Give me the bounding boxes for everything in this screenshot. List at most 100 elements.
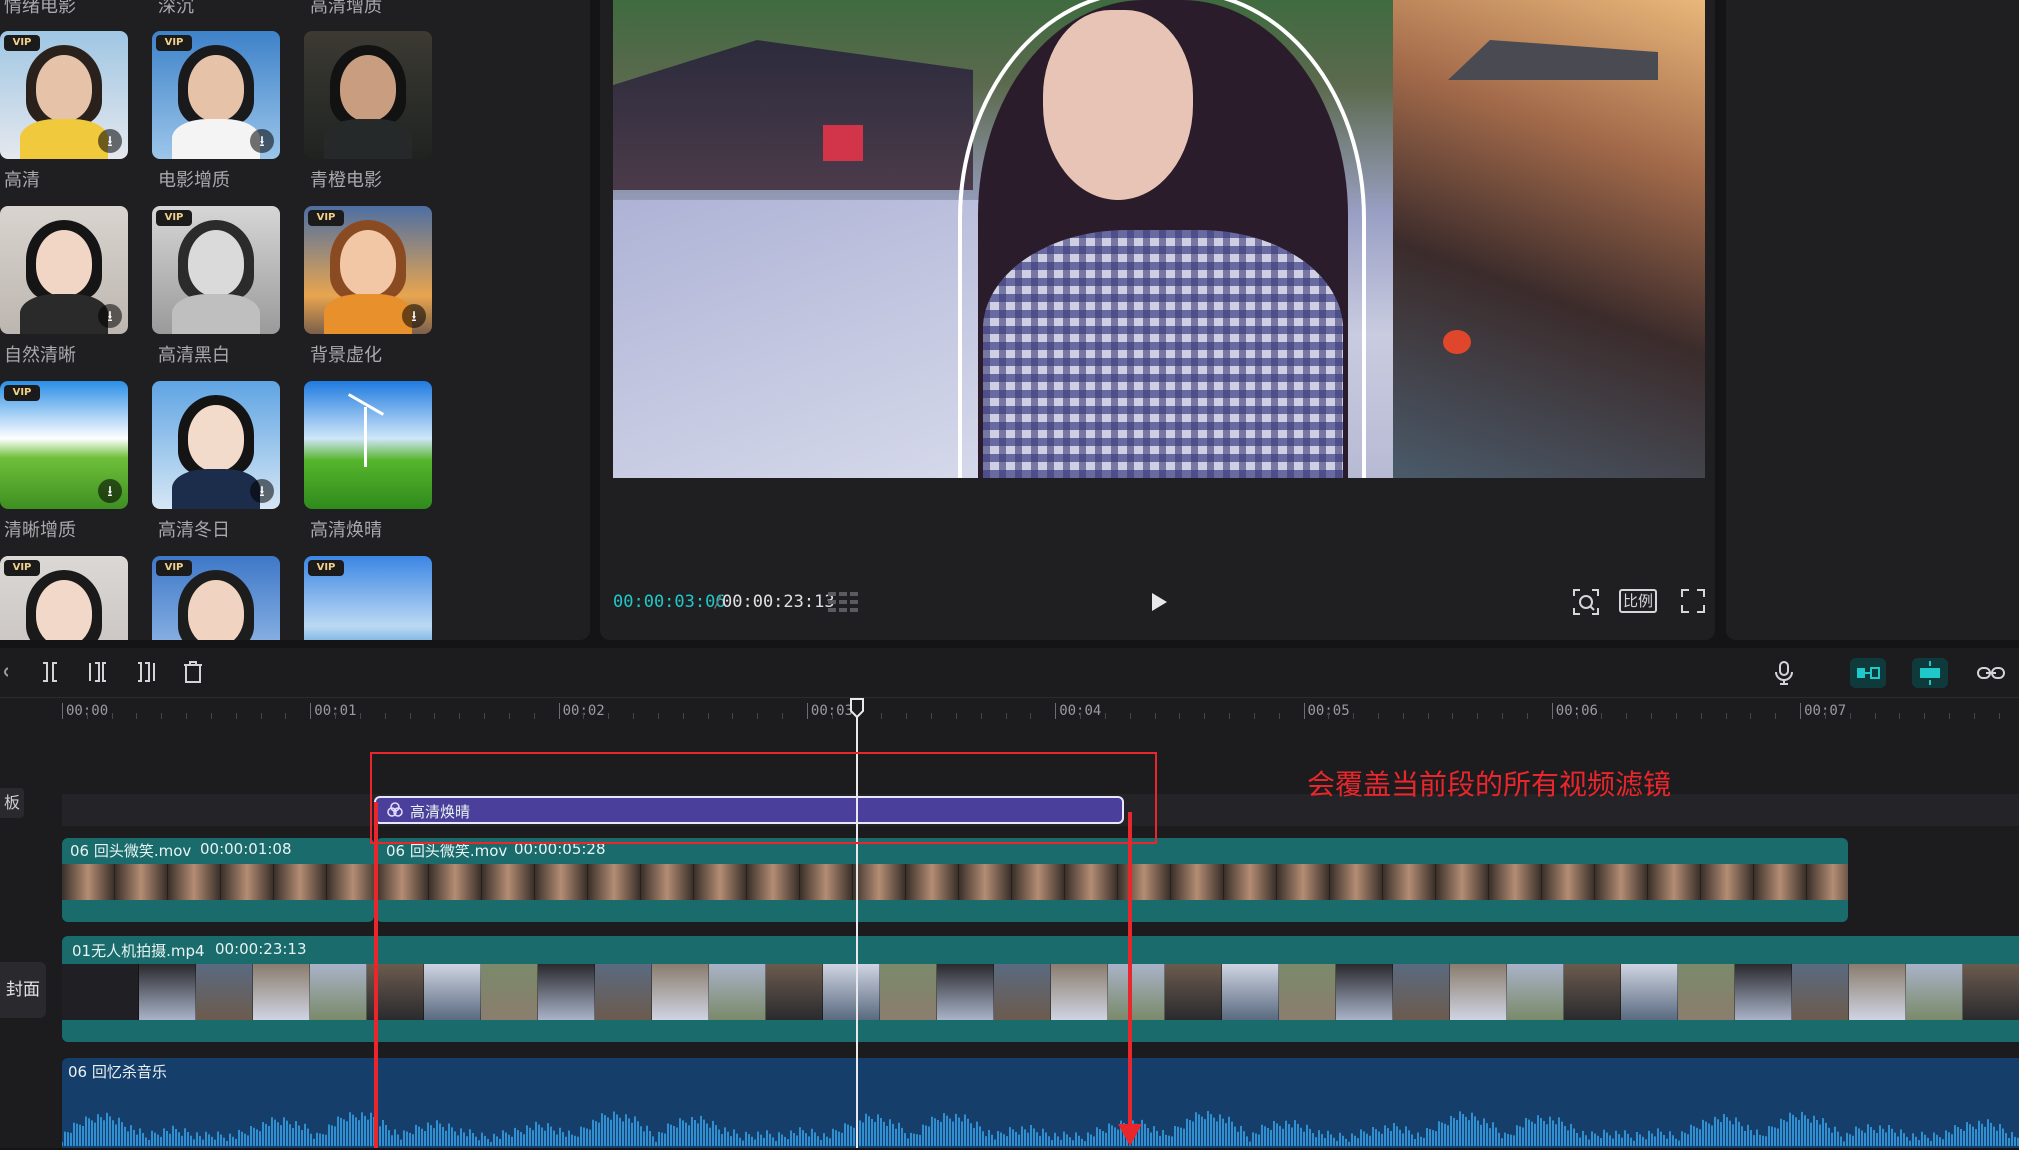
vip-badge: VIP — [4, 35, 40, 51]
main-video-clip[interactable]: 01无人机拍摄.mp4 00:00:23:13 — [62, 936, 2019, 1042]
filter-label: 背景虚化 — [310, 345, 382, 366]
ruler-minor-tick — [434, 713, 436, 719]
ruler-minor-tick — [608, 713, 610, 719]
filter-tile[interactable]: VIP — [0, 556, 128, 640]
split-right-icon[interactable] — [134, 660, 158, 684]
ruler-minor-tick — [1427, 713, 1429, 719]
filter-track-label[interactable]: 板 — [0, 788, 24, 818]
download-icon[interactable]: ⭳ — [98, 129, 122, 153]
annotation-marker-left — [374, 802, 378, 1148]
cover-button[interactable]: 封面 — [0, 962, 46, 1018]
ruler-minor-tick — [136, 713, 138, 719]
ruler-minor-tick — [782, 713, 784, 719]
ruler-minor-tick — [1204, 713, 1206, 719]
ruler-minor-tick — [1154, 713, 1156, 719]
ruler-line — [0, 697, 2019, 698]
filter-tile-hd-sunny[interactable] — [304, 381, 432, 509]
split-left-icon[interactable] — [86, 660, 110, 684]
list-icon[interactable] — [828, 590, 858, 614]
video-clip[interactable]: 06 回头微笑.mov 00:00:05:28 — [376, 838, 1848, 922]
ruler-minor-tick — [1924, 713, 1926, 719]
ruler-tick — [558, 703, 560, 719]
ruler-minor-tick — [1452, 713, 1454, 719]
clip-duration: 00:00:23:13 — [215, 940, 307, 958]
ruler-minor-tick — [931, 713, 933, 719]
link-icon[interactable] — [1976, 660, 2006, 686]
delete-icon[interactable] — [181, 660, 205, 684]
ruler-minor-tick — [682, 713, 684, 719]
ruler-minor-tick — [1849, 713, 1851, 719]
clip-thumbnails — [376, 864, 1848, 900]
ruler-minor-tick — [1377, 713, 1379, 719]
ruler-minor-tick — [1675, 713, 1677, 719]
ruler-minor-tick — [980, 713, 982, 719]
filter-tile-teal-orange[interactable] — [304, 31, 432, 159]
ruler-minor-tick — [1502, 713, 1504, 719]
filter-tile[interactable]: VIP — [304, 556, 432, 640]
ruler-minor-tick — [955, 713, 957, 719]
ruler-minor-tick — [111, 713, 113, 719]
main-track-magnet-icon[interactable] — [1850, 658, 1886, 688]
ruler-minor-tick — [285, 713, 287, 719]
ruler-minor-tick — [1626, 713, 1628, 719]
screenshot-icon[interactable] — [1572, 588, 1600, 616]
annotation-box — [370, 752, 1157, 844]
ruler-minor-tick — [484, 713, 486, 719]
ruler-minor-tick — [1005, 713, 1007, 719]
download-icon[interactable]: ⭳ — [98, 479, 122, 503]
filter-tile-background-blur[interactable]: VIP ⭳ — [304, 206, 432, 334]
filter-tile-hd-winter[interactable]: ⭳ — [152, 381, 280, 509]
download-icon[interactable]: ⭳ — [250, 479, 274, 503]
download-icon[interactable]: ⭳ — [98, 304, 122, 328]
filter-label: 电影增质 — [158, 170, 230, 191]
current-time: 00:00:03:06 — [613, 592, 726, 612]
fullscreen-icon[interactable] — [1680, 588, 1706, 614]
filter-tile[interactable]: VIP — [152, 556, 280, 640]
ruler-minor-tick — [359, 713, 361, 719]
ruler-minor-tick — [508, 713, 510, 719]
ruler-minor-tick — [1278, 713, 1280, 719]
undo-icon[interactable] — [0, 660, 9, 684]
audio-clip[interactable]: 06 回忆杀音乐 — [62, 1058, 2019, 1148]
ruler-minor-tick — [1402, 713, 1404, 719]
ruler-minor-tick — [161, 713, 163, 719]
ruler-minor-tick — [881, 713, 883, 719]
filter-tile-cinema-enhance[interactable]: VIP ⭳ — [152, 31, 280, 159]
ruler-minor-tick — [831, 713, 833, 719]
filter-label: 高清焕晴 — [310, 520, 382, 541]
filter-tile-natural-clear[interactable]: ⭳ — [0, 206, 128, 334]
video-clip[interactable]: 06 回头微笑.mov 00:00:01:08 — [62, 838, 374, 922]
ruler-minor-tick — [210, 713, 212, 719]
vip-badge: VIP — [308, 560, 344, 576]
vip-badge: VIP — [156, 210, 192, 226]
filter-label: 清晰增质 — [4, 520, 76, 541]
ruler-minor-tick — [1973, 713, 1975, 719]
audio-clip-name: 06 回忆杀音乐 — [68, 1063, 167, 1081]
ruler-minor-tick — [1179, 713, 1181, 719]
ruler-minor-tick — [732, 713, 734, 719]
filter-label: 自然清晰 — [4, 345, 76, 366]
download-icon[interactable]: ⭳ — [402, 304, 426, 328]
play-icon[interactable] — [1148, 590, 1170, 614]
clip-thumbnails — [62, 864, 374, 900]
ratio-button[interactable]: 比例 — [1619, 589, 1657, 613]
ruler-minor-tick — [1899, 713, 1901, 719]
filter-tile-clarity-enhance[interactable]: VIP ⭳ — [0, 381, 128, 509]
split-icon[interactable] — [38, 660, 62, 684]
filter-label: 高清增质 — [310, 0, 382, 17]
ruler-minor-tick — [1080, 713, 1082, 719]
filter-tile-hd[interactable]: VIP ⭳ — [0, 31, 128, 159]
ruler-tick — [1055, 703, 1057, 719]
filter-tile-hd-bw[interactable]: VIP — [152, 206, 280, 334]
clip-name: 01无人机拍摄.mp4 — [72, 942, 205, 960]
ruler-minor-tick — [186, 713, 188, 719]
microphone-icon[interactable] — [1772, 660, 1796, 686]
ruler-minor-tick — [409, 713, 411, 719]
auto-snap-icon[interactable] — [1912, 658, 1948, 688]
ruler-tick — [1551, 703, 1553, 719]
ruler-minor-tick — [906, 713, 908, 719]
vip-badge: VIP — [156, 35, 192, 51]
download-icon[interactable]: ⭳ — [250, 129, 274, 153]
playhead-handle[interactable] — [849, 698, 865, 719]
annotation-text: 会覆盖当前段的所有视频滤镜 — [1307, 768, 1672, 801]
